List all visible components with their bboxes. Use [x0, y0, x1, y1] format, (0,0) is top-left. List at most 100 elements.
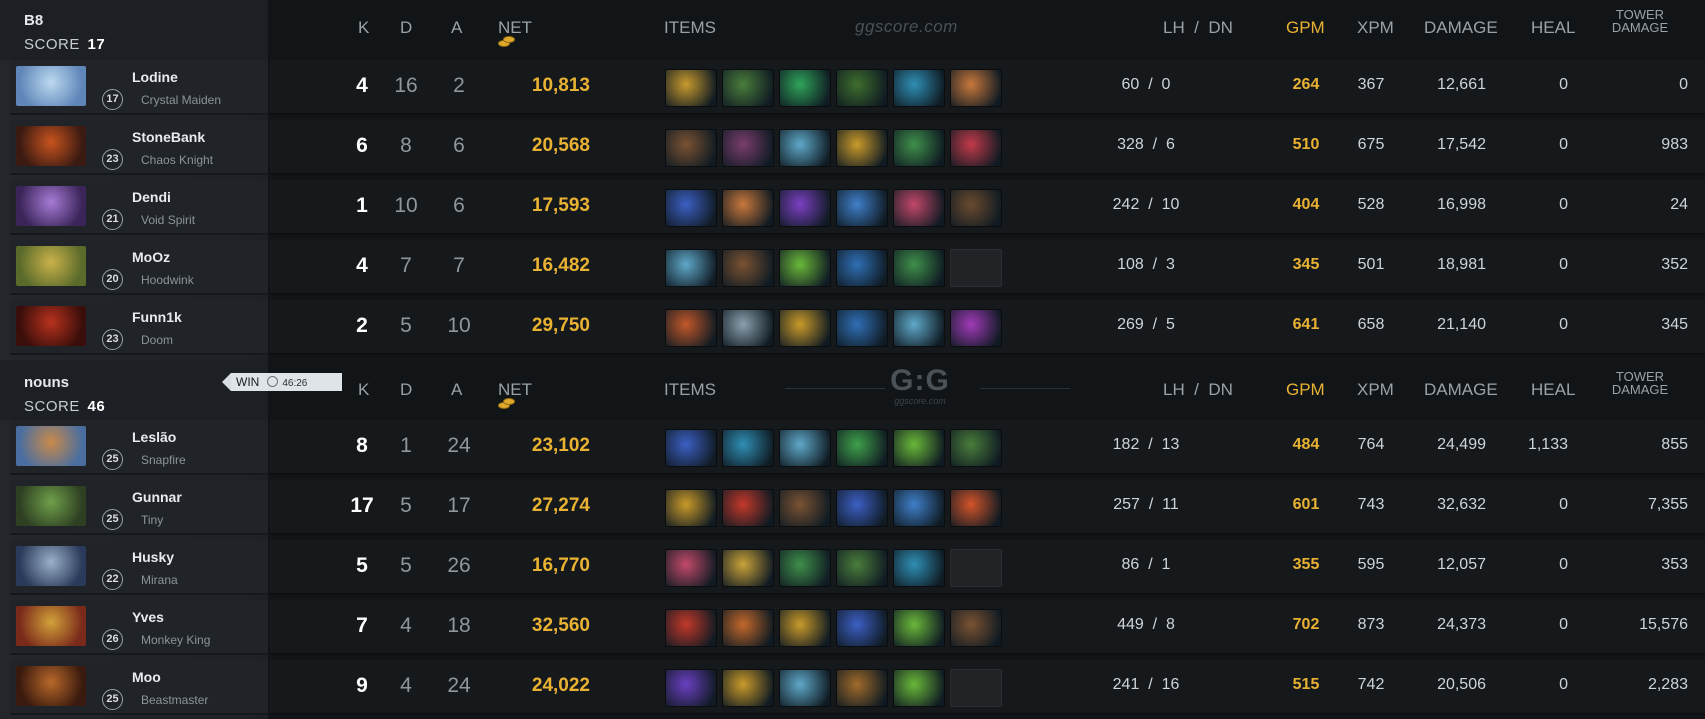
a-header[interactable]: A	[451, 380, 462, 400]
player-card[interactable]: Gunnar 25 Tiny	[10, 480, 268, 535]
item-icon[interactable]	[893, 69, 945, 107]
player-card[interactable]: MoOz 20 Hoodwink	[10, 240, 268, 295]
item-icon[interactable]	[779, 69, 831, 107]
item-icon[interactable]	[836, 129, 888, 167]
heal-header[interactable]: HEAL	[1531, 380, 1575, 400]
player-card[interactable]: Yves 26 Monkey King	[10, 600, 268, 655]
item-icon[interactable]	[893, 609, 945, 647]
item-icon[interactable]	[722, 489, 774, 527]
item-icon[interactable]	[665, 129, 717, 167]
player-name[interactable]: Funn1k	[132, 309, 182, 325]
item-icon[interactable]	[779, 309, 831, 347]
player-name[interactable]: Husky	[132, 549, 174, 565]
item-icon[interactable]	[836, 609, 888, 647]
item-icon[interactable]	[950, 429, 1002, 467]
item-icon[interactable]	[950, 609, 1002, 647]
item-icon[interactable]	[893, 189, 945, 227]
item-icon[interactable]	[779, 669, 831, 707]
d-header[interactable]: D	[400, 380, 412, 400]
lh-dn-header[interactable]: LH / DN	[1163, 18, 1233, 38]
player-name[interactable]: Leslão	[132, 429, 176, 445]
lh-dn-header[interactable]: LH / DN	[1163, 380, 1233, 400]
item-icon[interactable]	[665, 549, 717, 587]
empty-item-slot[interactable]	[950, 249, 1002, 287]
item-icon[interactable]	[665, 609, 717, 647]
item-icon[interactable]	[950, 189, 1002, 227]
item-icon[interactable]	[779, 189, 831, 227]
empty-item-slot[interactable]	[950, 549, 1002, 587]
item-icon[interactable]	[836, 669, 888, 707]
item-icon[interactable]	[665, 69, 717, 107]
item-icon[interactable]	[779, 549, 831, 587]
net-header[interactable]: NET	[498, 18, 532, 47]
item-icon[interactable]	[722, 189, 774, 227]
d-header[interactable]: D	[400, 18, 412, 38]
damage-header[interactable]: DAMAGE	[1424, 380, 1498, 400]
item-icon[interactable]	[665, 429, 717, 467]
item-icon[interactable]	[893, 669, 945, 707]
item-icon[interactable]	[779, 429, 831, 467]
player-name[interactable]: Moo	[132, 669, 161, 685]
player-name[interactable]: Lodine	[132, 69, 178, 85]
item-icon[interactable]	[665, 249, 717, 287]
item-icon[interactable]	[836, 189, 888, 227]
player-card[interactable]: Dendi 21 Void Spirit	[10, 180, 268, 235]
item-icon[interactable]	[836, 489, 888, 527]
item-icon[interactable]	[893, 309, 945, 347]
item-icon[interactable]	[893, 429, 945, 467]
item-icon[interactable]	[893, 249, 945, 287]
item-icon[interactable]	[722, 609, 774, 647]
player-card[interactable]: Funn1k 23 Doom	[10, 300, 268, 355]
item-icon[interactable]	[722, 69, 774, 107]
item-icon[interactable]	[665, 309, 717, 347]
item-icon[interactable]	[665, 489, 717, 527]
item-icon[interactable]	[836, 309, 888, 347]
item-icon[interactable]	[779, 129, 831, 167]
k-header[interactable]: K	[358, 18, 369, 38]
player-card[interactable]: StoneBank 23 Chaos Knight	[10, 120, 268, 175]
item-icon[interactable]	[950, 309, 1002, 347]
player-name[interactable]: Yves	[132, 609, 164, 625]
item-icon[interactable]	[836, 549, 888, 587]
damage-header[interactable]: DAMAGE	[1424, 18, 1498, 38]
player-card[interactable]: Husky 22 Mirana	[10, 540, 268, 595]
item-icon[interactable]	[665, 669, 717, 707]
player-card[interactable]: Leslão 25 Snapfire	[10, 420, 268, 475]
item-icon[interactable]	[722, 309, 774, 347]
item-icon[interactable]	[779, 609, 831, 647]
player-name[interactable]: MoOz	[132, 249, 170, 265]
k-header[interactable]: K	[358, 380, 369, 400]
item-icon[interactable]	[893, 549, 945, 587]
player-name[interactable]: StoneBank	[132, 129, 205, 145]
item-icon[interactable]	[779, 249, 831, 287]
empty-item-slot[interactable]	[950, 669, 1002, 707]
item-icon[interactable]	[836, 249, 888, 287]
item-icon[interactable]	[722, 669, 774, 707]
player-name[interactable]: Dendi	[132, 189, 171, 205]
xpm-header[interactable]: XPM	[1357, 18, 1394, 38]
item-icon[interactable]	[722, 549, 774, 587]
item-icon[interactable]	[722, 249, 774, 287]
player-name[interactable]: Gunnar	[132, 489, 182, 505]
net-header[interactable]: NET	[498, 380, 532, 409]
heal-header[interactable]: HEAL	[1531, 18, 1575, 38]
tower-damage-header[interactable]: TOWER DAMAGE	[1610, 370, 1670, 396]
item-icon[interactable]	[779, 489, 831, 527]
item-icon[interactable]	[893, 489, 945, 527]
item-icon[interactable]	[893, 129, 945, 167]
gpm-header[interactable]: GPM	[1286, 18, 1325, 38]
player-card[interactable]: Moo 25 Beastmaster	[10, 660, 268, 715]
gpm-header[interactable]: GPM	[1286, 380, 1325, 400]
a-header[interactable]: A	[451, 18, 462, 38]
player-card[interactable]: Lodine 17 Crystal Maiden	[10, 60, 268, 115]
item-icon[interactable]	[836, 429, 888, 467]
item-icon[interactable]	[950, 69, 1002, 107]
xpm-header[interactable]: XPM	[1357, 380, 1394, 400]
item-icon[interactable]	[950, 489, 1002, 527]
item-icon[interactable]	[665, 189, 717, 227]
item-icon[interactable]	[722, 129, 774, 167]
item-icon[interactable]	[722, 429, 774, 467]
item-icon[interactable]	[836, 69, 888, 107]
tower-damage-header[interactable]: TOWER DAMAGE	[1610, 8, 1670, 34]
item-icon[interactable]	[950, 129, 1002, 167]
